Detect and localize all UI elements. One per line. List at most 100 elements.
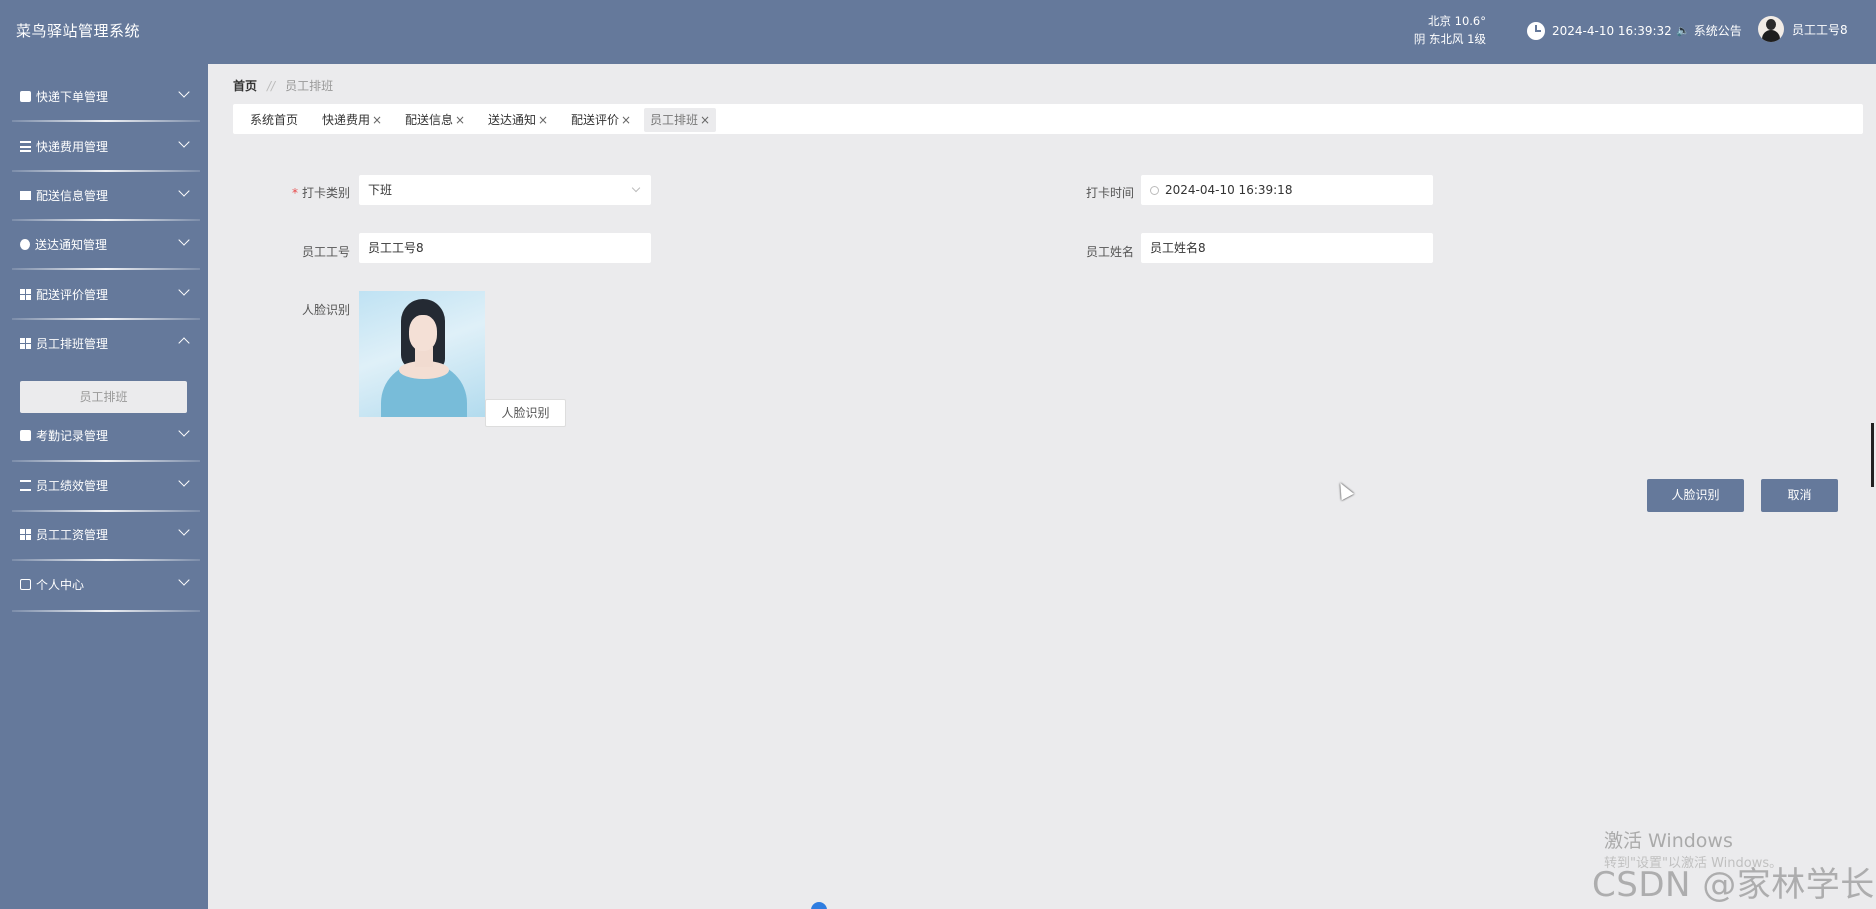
cancel-button[interactable]: 取消 [1761, 479, 1838, 512]
field-value: 2024-04-10 16:39:18 [1165, 183, 1293, 197]
sidebar-item-label: 考勤记录管理 [36, 429, 109, 443]
box-icon [20, 91, 31, 102]
chevron-up-icon [178, 337, 190, 349]
sidebar-item-salary[interactable]: 员工工资管理 [0, 502, 208, 552]
system-notice-label: 系统公告 [1693, 24, 1742, 38]
sidebar: 快递下单管理 快递费用管理 配送信息管理 送达通知管理 配送评价管理 员工排班管… [0, 64, 208, 909]
sidebar-item-label: 个人中心 [36, 578, 85, 592]
face-capture-button[interactable]: 人脸识别 [485, 399, 566, 427]
datetime-text: 2024-4-10 16:39:32 [1552, 24, 1672, 38]
face-recognize-button[interactable]: 人脸识别 [1647, 479, 1744, 512]
speaker-icon: 🔈 [1676, 24, 1690, 37]
tab-delivery-info[interactable]: 配送信息 × [399, 108, 471, 132]
clock-icon [1150, 186, 1159, 195]
weather-city: 北京 10.6° [1427, 14, 1486, 28]
close-icon[interactable]: × [700, 113, 710, 127]
monitor-icon [20, 191, 31, 200]
username: 员工工号8 [1792, 22, 1848, 37]
punch-time-field[interactable]: 2024-04-10 16:39:18 [1141, 175, 1433, 205]
sidebar-item-label: 配送评价管理 [36, 288, 109, 302]
emp-name-label: 员工姓名 [1085, 245, 1134, 259]
tab-bar: 系统首页 快递费用 × 配送信息 × 送达通知 × 配送评价 × 员工排班 × [233, 104, 1863, 134]
sidebar-item-attendance[interactable]: 考勤记录管理 [0, 403, 208, 453]
chevron-down-icon [178, 234, 190, 246]
face-label: 人脸识别 [301, 303, 350, 317]
tab-label: 员工排班 [650, 113, 699, 127]
sidebar-item-express-fee[interactable]: 快递费用管理 [0, 114, 208, 164]
sidebar-item-label: 员工排班管理 [36, 337, 109, 351]
top-header: 菜鸟驿站管理系统 北京 10.6° 阴 东北风 1级 2024-4-10 16:… [0, 0, 1876, 64]
sidebar-item-label: 快递费用管理 [36, 140, 109, 154]
sidebar-item-performance[interactable]: 员工绩效管理 [0, 453, 208, 503]
tab-label: 配送信息 [405, 113, 454, 127]
punch-type-label: * 打卡类别 [280, 184, 350, 201]
weather-widget: 北京 10.6° 阴 东北风 1级 [1400, 12, 1486, 48]
avatar [1758, 16, 1784, 42]
mouse-cursor [1334, 479, 1354, 501]
weather-desc: 阴 东北风 1级 [1413, 32, 1486, 46]
select-value: 下班 [368, 183, 393, 197]
tab-delivery-review[interactable]: 配送评价 × [565, 108, 637, 132]
breadcrumb-separator: // [267, 78, 276, 93]
tab-label: 系统首页 [250, 113, 299, 127]
tab-home[interactable]: 系统首页 [244, 108, 304, 132]
system-notice-link[interactable]: 🔈 系统公告 [1676, 22, 1742, 39]
label-text: 打卡类别 [301, 186, 350, 200]
breadcrumb-current: 员工排班 [285, 79, 334, 93]
required-mark: * [291, 186, 298, 200]
sidebar-item-delivery-info[interactable]: 配送信息管理 [0, 163, 208, 213]
chevron-down-icon [178, 136, 190, 148]
loading-indicator [811, 902, 827, 909]
tab-staff-schedule[interactable]: 员工排班 × [644, 108, 717, 132]
tab-label: 配送评价 [571, 113, 620, 127]
sidebar-item-label: 快递下单管理 [36, 90, 109, 104]
csdn-watermark: CSDN @家林学长 [1592, 865, 1875, 905]
close-icon[interactable]: × [621, 113, 631, 127]
bulb-icon [20, 239, 30, 250]
punch-time-label: 打卡时间 [1085, 186, 1134, 200]
breadcrumb: 首页 // 员工排班 [233, 77, 333, 94]
activate-windows-watermark: 激活 Windows [1604, 830, 1733, 852]
close-icon[interactable]: × [372, 113, 382, 127]
card-icon [20, 579, 31, 590]
emp-no-field[interactable]: 员工工号8 [359, 233, 651, 263]
sidebar-item-express-order[interactable]: 快递下单管理 [0, 64, 208, 114]
sidebar-item-label: 员工工资管理 [36, 528, 109, 542]
grid-icon [20, 338, 31, 349]
chevron-down-icon [178, 425, 190, 437]
clock-icon [1527, 22, 1545, 40]
tab-delivery-notice[interactable]: 送达通知 × [482, 108, 554, 132]
punch-type-select[interactable]: 下班 [359, 175, 651, 205]
chevron-down-icon [178, 475, 190, 487]
sidebar-item-personal-center[interactable]: 个人中心 [0, 552, 208, 602]
breadcrumb-home[interactable]: 首页 [233, 77, 257, 94]
list-icon [20, 141, 31, 152]
chevron-down-icon [178, 284, 190, 296]
sidebar-item-staff-schedule[interactable]: 员工排班管理 [0, 311, 208, 361]
sidebar-item-label: 配送信息管理 [36, 189, 109, 203]
sidebar-item-label: 员工绩效管理 [36, 479, 109, 493]
sidebar-item-label: 送达通知管理 [35, 238, 108, 252]
app-title: 菜鸟驿站管理系统 [16, 22, 141, 40]
grid-icon [20, 529, 31, 540]
face-photo [359, 291, 485, 417]
close-icon[interactable]: × [538, 113, 548, 127]
scrollbar-thumb[interactable] [1871, 423, 1874, 487]
box-icon [20, 430, 31, 441]
sliders-icon [20, 480, 31, 491]
tab-label: 快递费用 [322, 113, 371, 127]
close-icon[interactable]: × [455, 113, 465, 127]
chevron-down-icon [178, 574, 190, 586]
tab-express-fee[interactable]: 快递费用 × [316, 108, 388, 132]
chevron-down-icon [178, 86, 190, 98]
emp-name-field[interactable]: 员工姓名8 [1141, 233, 1433, 263]
sidebar-item-delivery-notice[interactable]: 送达通知管理 [0, 212, 208, 262]
sidebar-item-delivery-review[interactable]: 配送评价管理 [0, 262, 208, 312]
tab-label: 送达通知 [488, 113, 537, 127]
chevron-down-icon [631, 183, 641, 193]
datetime-display: 2024-4-10 16:39:32 [1527, 22, 1672, 40]
user-menu[interactable]: 员工工号8 [1758, 16, 1848, 42]
chevron-down-icon [178, 185, 190, 197]
chevron-down-icon [178, 524, 190, 536]
grid-icon [20, 289, 31, 300]
